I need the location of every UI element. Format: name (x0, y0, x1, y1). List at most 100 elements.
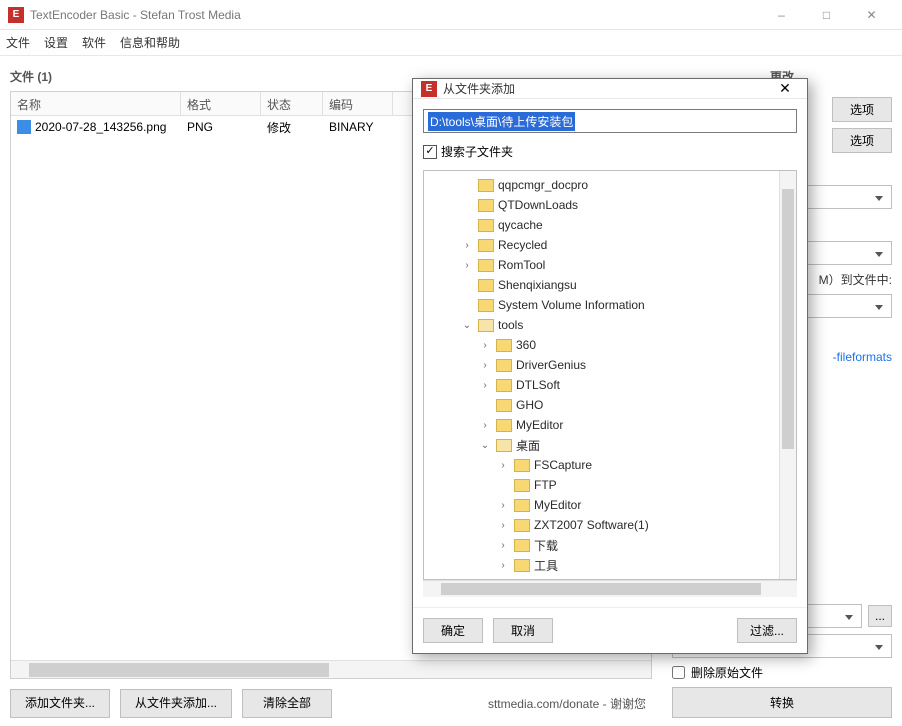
delete-original-checkbox[interactable]: 删除原始文件 (672, 664, 892, 681)
ok-button[interactable]: 确定 (423, 618, 483, 643)
minimize-button[interactable]: – (759, 0, 804, 30)
clear-all-button[interactable]: 清除全部 (242, 689, 332, 718)
tree-h-scrollbar[interactable] (423, 580, 797, 597)
tree-item-label: DriverGenius (516, 358, 586, 372)
tree-item[interactable]: FTP (424, 475, 779, 495)
v-scroll-thumb[interactable] (782, 189, 794, 449)
tree-item[interactable]: ›DTLSoft (424, 375, 779, 395)
window-title: TextEncoder Basic - Stefan Trost Media (30, 8, 759, 22)
tree-item[interactable]: qycache (424, 215, 779, 235)
expand-icon[interactable]: › (478, 420, 492, 431)
file-name: 2020-07-28_143256.png (35, 120, 166, 134)
folder-icon (496, 339, 512, 352)
tree-item-label: System Volume Information (498, 298, 645, 312)
tree-item-label: tools (498, 318, 523, 332)
tree-item-label: RomTool (498, 258, 545, 272)
cancel-button[interactable]: 取消 (493, 618, 553, 643)
expand-icon[interactable]: › (496, 560, 510, 571)
folder-icon (496, 359, 512, 372)
tree-item[interactable]: › DriverGenius (424, 355, 779, 375)
app-icon: E (8, 7, 24, 23)
tree-item[interactable]: GHO (424, 395, 779, 415)
options-button-2[interactable]: 选项 (832, 128, 892, 153)
add-files-button[interactable]: 添加文件夹... (10, 689, 110, 718)
tree-item[interactable]: ⌄桌面 (424, 435, 779, 455)
tree-item-label: 下载 (534, 537, 558, 554)
folder-path-input[interactable]: D:\tools\桌面\待上传安装包 (423, 109, 797, 133)
expand-icon[interactable]: › (478, 380, 492, 391)
close-button[interactable]: ✕ (849, 0, 894, 30)
tree-h-thumb[interactable] (441, 583, 761, 595)
tree-item-label: qqpcmgr_docpro (498, 178, 588, 192)
delete-original-input[interactable] (672, 666, 685, 679)
folder-icon (478, 179, 494, 192)
folder-icon (478, 319, 494, 332)
folder-icon (496, 379, 512, 392)
tree-item[interactable]: ⌄ tools (424, 315, 779, 335)
h-scrollbar[interactable] (11, 660, 651, 678)
convert-button[interactable]: 转换 (672, 687, 892, 718)
checkbox-icon: ✓ (423, 145, 437, 159)
tree-item[interactable]: System Volume Information (424, 295, 779, 315)
bottom-buttons: 添加文件夹... 从文件夹添加... 清除全部 sttmedia.com/don… (10, 689, 652, 718)
folder-icon (514, 459, 530, 472)
titlebar: E TextEncoder Basic - Stefan Trost Media… (0, 0, 902, 30)
tree-item[interactable]: ›360 (424, 335, 779, 355)
col-format[interactable]: 格式 (181, 92, 261, 115)
folder-icon (514, 559, 530, 572)
tree-item[interactable]: › FSCapture (424, 455, 779, 475)
tree-item-label: FTP (534, 478, 557, 492)
donate-link[interactable]: sttmedia.com/donate - 谢谢您 (482, 689, 652, 718)
file-encoding: BINARY (323, 118, 393, 136)
expand-icon[interactable]: › (496, 460, 510, 471)
tree-item[interactable]: › RomTool (424, 255, 779, 275)
file-icon (17, 120, 31, 134)
menu-help[interactable]: 信息和帮助 (120, 34, 180, 51)
tree-item-label: FSCapture (534, 458, 592, 472)
tree-item-label: ZXT2007 Software(1) (534, 518, 649, 532)
tree-item[interactable]: › Recycled (424, 235, 779, 255)
file-format: PNG (181, 118, 261, 136)
col-name[interactable]: 名称 (11, 92, 181, 115)
menu-settings[interactable]: 设置 (44, 34, 68, 51)
browse-button[interactable]: ... (868, 605, 892, 627)
expand-icon[interactable]: › (496, 540, 510, 551)
tree-item[interactable]: › 下载 (424, 535, 779, 555)
tree-item[interactable]: Shenqixiangsu (424, 275, 779, 295)
col-encoding[interactable]: 编码 (323, 92, 393, 115)
expand-icon[interactable]: › (460, 260, 474, 271)
dialog-close-button[interactable]: ✕ (771, 80, 799, 97)
expand-icon[interactable]: › (460, 240, 474, 251)
tree-item-label: Recycled (498, 238, 547, 252)
tree-item-label: 工具 (534, 557, 558, 574)
tree-item[interactable]: qqpcmgr_docpro (424, 175, 779, 195)
search-subfolders-checkbox[interactable]: ✓ 搜索子文件夹 (423, 143, 797, 160)
folder-icon (478, 279, 494, 292)
tree-item[interactable]: › MyEditor (424, 415, 779, 435)
folder-icon (478, 199, 494, 212)
options-button-1[interactable]: 选项 (832, 97, 892, 122)
filter-button[interactable]: 过滤... (737, 618, 797, 643)
v-scrollbar[interactable] (779, 171, 796, 579)
collapse-icon[interactable]: ⌄ (460, 320, 474, 331)
expand-icon[interactable]: › (478, 340, 492, 351)
tree-item[interactable]: › ZXT2007 Software(1) (424, 515, 779, 535)
tree-item[interactable]: ›MyEditor (424, 495, 779, 515)
folder-path-value: D:\tools\桌面\待上传安装包 (428, 112, 575, 131)
expand-icon[interactable]: › (496, 500, 510, 511)
col-status[interactable]: 状态 (261, 92, 323, 115)
menu-software[interactable]: 软件 (82, 34, 106, 51)
tree-item-label: MyEditor (516, 418, 563, 432)
maximize-button[interactable]: □ (804, 0, 849, 30)
collapse-icon[interactable]: ⌄ (478, 440, 492, 451)
tree-item[interactable]: QTDownLoads (424, 195, 779, 215)
expand-icon[interactable]: › (478, 360, 492, 371)
h-scroll-thumb[interactable] (29, 663, 329, 677)
tree-item[interactable]: › 工具 (424, 555, 779, 575)
dialog-title: 从文件夹添加 (443, 80, 771, 97)
add-from-folder-button[interactable]: 从文件夹添加... (120, 689, 232, 718)
expand-icon[interactable]: › (496, 520, 510, 531)
folder-tree[interactable]: qqpcmgr_docpro QTDownLoadsqycache › Recycle… (424, 171, 779, 579)
folder-icon (478, 219, 494, 232)
menu-file[interactable]: 文件 (6, 34, 30, 51)
